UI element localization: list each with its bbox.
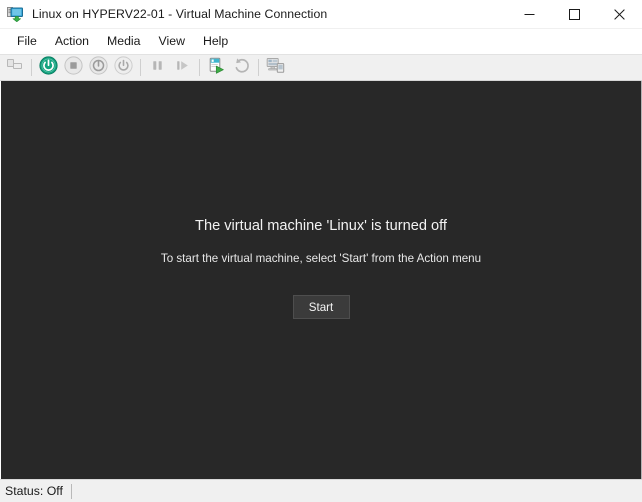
resume-icon <box>174 57 191 79</box>
maximize-button[interactable] <box>552 0 597 28</box>
shut-down-button[interactable] <box>86 55 111 80</box>
pause-button[interactable] <box>145 55 170 80</box>
menu-item-view[interactable]: View <box>150 31 194 52</box>
toolbar <box>0 54 642 81</box>
start-power-icon <box>39 55 58 80</box>
minimize-button[interactable] <box>507 0 552 28</box>
shut-down-icon <box>89 55 108 80</box>
menu-item-media[interactable]: Media <box>98 31 150 52</box>
status-label: Status: Off <box>5 484 63 498</box>
toolbar-separator <box>140 59 141 76</box>
window-controls <box>507 0 642 28</box>
start-button-toolbar[interactable] <box>36 55 61 80</box>
menu-item-file[interactable]: File <box>8 31 46 52</box>
titlebar: Linux on HYPERV22-01 - Virtual Machine C… <box>0 0 642 29</box>
ctrl-alt-delete-button[interactable] <box>2 55 27 80</box>
vm-screen-area[interactable]: The virtual machine 'Linux' is turned of… <box>0 81 642 479</box>
pause-icon <box>149 57 166 79</box>
statusbar-separator <box>70 483 72 499</box>
checkpoint-icon <box>207 56 226 80</box>
start-vm-button[interactable]: Start <box>292 295 350 319</box>
titlebar-drag-region[interactable]: Linux on HYPERV22-01 - Virtual Machine C… <box>0 6 507 23</box>
statusbar: Status: Off <box>0 479 642 502</box>
toolbar-separator <box>199 59 200 76</box>
toolbar-separator <box>258 59 259 76</box>
save-state-button[interactable] <box>111 55 136 80</box>
resume-button[interactable] <box>170 55 195 80</box>
menubar: File Action Media View Help <box>0 29 642 54</box>
virtual-machine-monitor-icon <box>7 6 24 23</box>
menu-item-action[interactable]: Action <box>46 31 98 52</box>
revert-icon <box>232 56 251 79</box>
close-button[interactable] <box>597 0 642 28</box>
vm-state-message: The virtual machine 'Linux' is turned of… <box>195 218 447 234</box>
turn-off-button[interactable] <box>61 55 86 80</box>
enhanced-session-icon <box>266 57 285 79</box>
virtual-machine-connection-window: Linux on HYPERV22-01 - Virtual Machine C… <box>0 0 642 502</box>
revert-button[interactable] <box>229 55 254 80</box>
menu-item-help[interactable]: Help <box>194 31 237 52</box>
enhanced-session-button[interactable] <box>263 55 288 80</box>
toolbar-separator <box>31 59 32 76</box>
checkpoint-button[interactable] <box>204 55 229 80</box>
vm-state-hint: To start the virtual machine, select 'St… <box>160 252 482 265</box>
turn-off-icon <box>64 55 83 80</box>
save-state-icon <box>114 55 133 80</box>
ctrl-alt-delete-icon <box>6 57 24 79</box>
window-title: Linux on HYPERV22-01 - Virtual Machine C… <box>32 7 328 21</box>
